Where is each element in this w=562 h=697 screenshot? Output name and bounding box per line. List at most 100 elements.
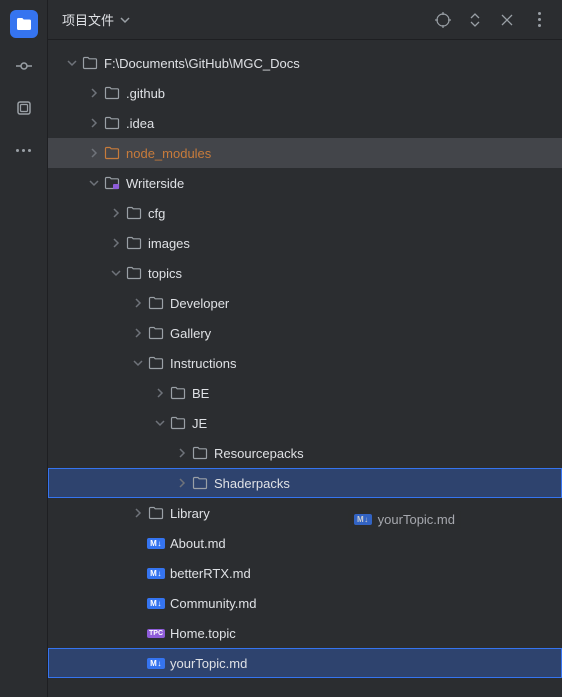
hide-button[interactable] bbox=[498, 11, 516, 29]
tree-label: Home.topic bbox=[170, 626, 236, 641]
tree-folder-gallery[interactable]: Gallery bbox=[48, 318, 562, 348]
tree-folder-topics[interactable]: topics bbox=[48, 258, 562, 288]
tree-folder-developer[interactable]: Developer bbox=[48, 288, 562, 318]
folder-icon bbox=[124, 265, 144, 281]
tree-label: JE bbox=[192, 416, 207, 431]
folder-icon bbox=[168, 385, 188, 401]
select-opened-button[interactable] bbox=[434, 11, 452, 29]
markdown-file-icon: M↓ bbox=[146, 598, 166, 609]
structure-tool-button[interactable] bbox=[10, 94, 38, 122]
file-tree: F:\Documents\GitHub\MGC_Docs .github .id… bbox=[48, 40, 562, 697]
tree-label: images bbox=[148, 236, 190, 251]
drag-ghost: M↓ yourTopic.md bbox=[348, 510, 461, 529]
tree-folder-images[interactable]: images bbox=[48, 228, 562, 258]
chevron-down-icon bbox=[152, 418, 168, 428]
chevron-down-icon bbox=[86, 178, 102, 188]
chevron-right-icon bbox=[86, 118, 102, 128]
chevron-down-icon bbox=[130, 358, 146, 368]
tree-folder-be[interactable]: BE bbox=[48, 378, 562, 408]
tree-label: Instructions bbox=[170, 356, 236, 371]
tree-label: Developer bbox=[170, 296, 229, 311]
tree-file-community[interactable]: M↓ Community.md bbox=[48, 588, 562, 618]
close-icon bbox=[501, 14, 513, 26]
tree-label: Community.md bbox=[170, 596, 256, 611]
folder-icon bbox=[124, 205, 144, 221]
chevron-right-icon bbox=[174, 448, 190, 458]
tree-folder-resourcepacks[interactable]: Resourcepacks bbox=[48, 438, 562, 468]
tree-folder-cfg[interactable]: cfg bbox=[48, 198, 562, 228]
tree-folder-library[interactable]: Library bbox=[48, 498, 562, 528]
tree-label: .idea bbox=[126, 116, 154, 131]
folder-icon bbox=[190, 445, 210, 461]
tree-label: .github bbox=[126, 86, 165, 101]
tree-label: topics bbox=[148, 266, 182, 281]
project-tool-button[interactable] bbox=[10, 10, 38, 38]
chevron-right-icon bbox=[152, 388, 168, 398]
tree-label: betterRTX.md bbox=[170, 566, 251, 581]
commit-icon bbox=[16, 58, 32, 74]
dots-vertical-icon bbox=[538, 12, 541, 27]
folder-icon bbox=[102, 145, 122, 161]
tree-file-about[interactable]: M↓ About.md bbox=[48, 528, 562, 558]
folder-icon bbox=[16, 16, 32, 32]
tree-label: Writerside bbox=[126, 176, 184, 191]
markdown-file-icon: M↓ bbox=[146, 538, 166, 549]
tree-label: BE bbox=[192, 386, 209, 401]
tree-label: node_modules bbox=[126, 146, 211, 161]
project-panel: 项目文件 F:\Documents\GitHub\MGC_Docs bbox=[48, 0, 562, 697]
tree-label: Library bbox=[170, 506, 210, 521]
target-icon bbox=[435, 12, 451, 28]
tree-label: yourTopic.md bbox=[170, 656, 247, 671]
tree-label: Gallery bbox=[170, 326, 211, 341]
chevron-right-icon bbox=[174, 478, 190, 488]
chevron-right-icon bbox=[130, 298, 146, 308]
folder-icon bbox=[168, 415, 188, 431]
chevron-right-icon bbox=[130, 328, 146, 338]
markdown-file-icon: M↓ bbox=[354, 514, 372, 525]
markdown-file-icon: M↓ bbox=[146, 658, 166, 669]
tree-label: Resourcepacks bbox=[214, 446, 304, 461]
folder-icon bbox=[80, 55, 100, 71]
chevron-right-icon bbox=[86, 88, 102, 98]
folder-icon bbox=[146, 295, 166, 311]
panel-title-dropdown[interactable]: 项目文件 bbox=[62, 10, 130, 29]
tree-folder-idea[interactable]: .idea bbox=[48, 108, 562, 138]
tree-file-home[interactable]: TPC Home.topic bbox=[48, 618, 562, 648]
tree-folder-instructions[interactable]: Instructions bbox=[48, 348, 562, 378]
folder-icon bbox=[102, 85, 122, 101]
tree-folder-shaderpacks[interactable]: Shaderpacks bbox=[48, 468, 562, 498]
folder-icon bbox=[124, 235, 144, 251]
folder-icon bbox=[146, 325, 166, 341]
tree-folder-github[interactable]: .github bbox=[48, 78, 562, 108]
tool-sidebar bbox=[0, 0, 48, 697]
tree-folder-writerside[interactable]: Writerside bbox=[48, 168, 562, 198]
chevron-down-icon bbox=[64, 58, 80, 68]
tree-folder-je[interactable]: JE bbox=[48, 408, 562, 438]
tree-folder-node-modules[interactable]: node_modules bbox=[48, 138, 562, 168]
chevron-right-icon bbox=[108, 238, 124, 248]
tree-label: cfg bbox=[148, 206, 165, 221]
expand-collapse-button[interactable] bbox=[466, 11, 484, 29]
options-button[interactable] bbox=[530, 11, 548, 29]
topic-file-icon: TPC bbox=[146, 629, 166, 638]
folder-icon bbox=[146, 355, 166, 371]
tree-file-betterrtx[interactable]: M↓ betterRTX.md bbox=[48, 558, 562, 588]
chevron-right-icon bbox=[130, 508, 146, 518]
markdown-file-icon: M↓ bbox=[146, 568, 166, 579]
tree-label: About.md bbox=[170, 536, 226, 551]
tree-file-yourtopic[interactable]: M↓ yourTopic.md bbox=[48, 648, 562, 678]
chevron-right-icon bbox=[108, 208, 124, 218]
header-actions bbox=[434, 11, 548, 29]
panel-title-text: 项目文件 bbox=[62, 10, 114, 29]
commit-tool-button[interactable] bbox=[10, 52, 38, 80]
expand-collapse-icon bbox=[468, 13, 482, 27]
drag-ghost-label: yourTopic.md bbox=[378, 512, 455, 527]
folder-icon bbox=[146, 505, 166, 521]
chevron-right-icon bbox=[86, 148, 102, 158]
tree-root[interactable]: F:\Documents\GitHub\MGC_Docs bbox=[48, 48, 562, 78]
tree-label: Shaderpacks bbox=[214, 476, 290, 491]
more-tool-button[interactable] bbox=[10, 136, 38, 164]
tree-label: F:\Documents\GitHub\MGC_Docs bbox=[104, 56, 300, 71]
chevron-down-icon bbox=[120, 15, 130, 25]
dots-horizontal-icon bbox=[16, 149, 31, 152]
